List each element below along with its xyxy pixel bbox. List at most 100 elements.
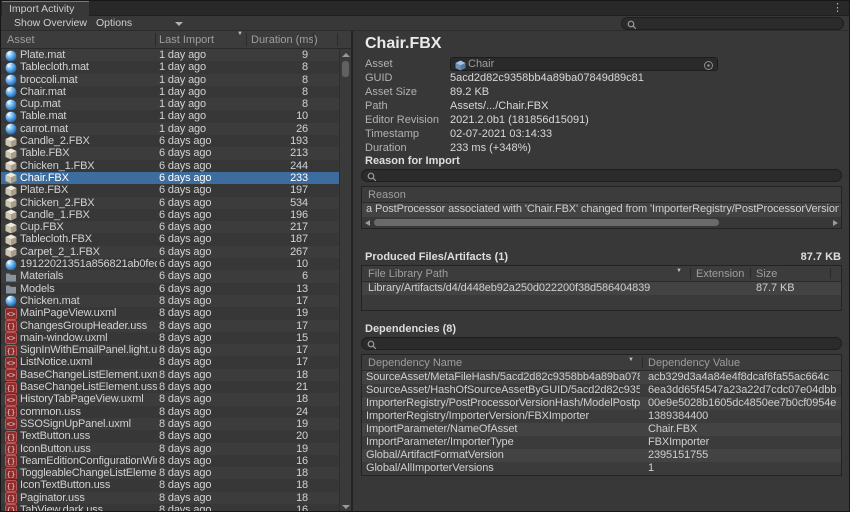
column-divider[interactable] bbox=[155, 33, 156, 46]
column-divider[interactable] bbox=[642, 357, 643, 368]
asset-row[interactable]: {}ChangesGroupHeader.uss8 days ago17 bbox=[1, 320, 339, 332]
asset-row[interactable]: Chicken_1.FBX6 days ago244 bbox=[1, 160, 339, 172]
info-label: Editor Revision bbox=[365, 113, 447, 127]
material-icon bbox=[5, 62, 17, 74]
material-icon bbox=[5, 50, 17, 62]
scrollbar-thumb[interactable] bbox=[374, 219, 719, 226]
asset-row[interactable]: Models6 days ago13 bbox=[1, 283, 339, 295]
asset-row[interactable]: carrot.mat1 day ago26 bbox=[1, 123, 339, 135]
asset-row[interactable]: 19122021351a856821ab0fec5866 days ago10 bbox=[1, 258, 339, 270]
dependency-row[interactable]: SourceAsset/HashOfSourceAssetByGUID/5acd… bbox=[362, 384, 841, 397]
dependency-row[interactable]: SourceAsset/MetaFileHash/5acd2d82c9358bb… bbox=[362, 371, 841, 384]
column-header-dependency-value[interactable]: Dependency Value bbox=[648, 355, 740, 371]
dependency-row[interactable]: Global/AllImporterVersions1 bbox=[362, 462, 841, 475]
model-icon bbox=[5, 148, 17, 160]
reason-search-input[interactable] bbox=[380, 170, 835, 181]
asset-row[interactable]: Cup.mat1 day ago8 bbox=[1, 98, 339, 110]
asset-row[interactable]: <>ListNotice.uxml8 days ago17 bbox=[1, 356, 339, 368]
asset-last-import: 8 days ago bbox=[159, 455, 245, 467]
asset-last-import: 1 day ago bbox=[159, 49, 245, 61]
column-divider[interactable] bbox=[246, 33, 247, 46]
dependency-row[interactable]: ImporterRegistry/ImporterVersion/FBXImpo… bbox=[362, 410, 841, 423]
show-overview-button[interactable]: Show Overview bbox=[14, 16, 87, 31]
asset-row[interactable]: {}IconTextButton.uss8 days ago18 bbox=[1, 479, 339, 491]
column-header-asset[interactable]: Asset bbox=[7, 31, 35, 49]
column-header-extension[interactable]: Extension bbox=[696, 266, 744, 282]
asset-row[interactable]: <>HistoryTabPageView.uxml8 days ago18 bbox=[1, 393, 339, 405]
vertical-scrollbar[interactable] bbox=[339, 49, 351, 511]
dependencies-table-body: SourceAsset/MetaFileHash/5acd2d82c9358bb… bbox=[362, 371, 841, 475]
tab-import-activity[interactable]: Import Activity bbox=[2, 1, 89, 16]
column-header-duration[interactable]: Duration (ms) bbox=[251, 31, 318, 49]
asset-row[interactable]: {}TextButton.uss8 days ago20 bbox=[1, 430, 339, 442]
column-divider[interactable] bbox=[337, 33, 338, 46]
asset-row[interactable]: Tablecloth.FBX6 days ago187 bbox=[1, 233, 339, 245]
svg-text:<>: <> bbox=[7, 311, 15, 319]
asset-row[interactable]: Chicken_2.FBX6 days ago534 bbox=[1, 197, 339, 209]
asset-row[interactable]: {}BaseChangeListElement.uss8 days ago21 bbox=[1, 381, 339, 393]
asset-row[interactable]: {}SignInWithEmailPanel.light.uss8 days a… bbox=[1, 344, 339, 356]
horizontal-scrollbar[interactable] bbox=[362, 217, 841, 228]
asset-row[interactable]: Carpet_2_1.FBX6 days ago267 bbox=[1, 246, 339, 258]
asset-row[interactable]: Table.mat1 day ago10 bbox=[1, 110, 339, 122]
asset-last-import: 6 days ago bbox=[159, 209, 245, 221]
column-header-dependency-name[interactable]: Dependency Name bbox=[368, 355, 462, 371]
options-dropdown[interactable]: Options bbox=[96, 16, 132, 31]
asset-row[interactable]: Chair.mat1 day ago8 bbox=[1, 86, 339, 98]
asset-row[interactable]: Plate.mat1 day ago9 bbox=[1, 49, 339, 61]
chevron-down-icon[interactable] bbox=[175, 22, 183, 26]
asset-last-import: 8 days ago bbox=[159, 320, 245, 332]
scroll-left-icon[interactable] bbox=[365, 220, 370, 226]
reason-row[interactable]: a PostProcessor associated with 'Chair.F… bbox=[362, 203, 841, 217]
asset-row[interactable]: broccoli.mat1 day ago8 bbox=[1, 74, 339, 86]
asset-object-field[interactable]: Chair bbox=[450, 57, 718, 71]
scroll-down-icon[interactable] bbox=[342, 505, 350, 509]
toolbar-search-field[interactable] bbox=[621, 17, 844, 30]
dependencies-search-field[interactable] bbox=[361, 337, 842, 350]
asset-row[interactable]: Table.FBX6 days ago213 bbox=[1, 147, 339, 159]
scroll-right-icon[interactable] bbox=[833, 220, 838, 226]
asset-row[interactable]: Candle_1.FBX6 days ago196 bbox=[1, 209, 339, 221]
asset-row[interactable]: Candle_2.FBX6 days ago193 bbox=[1, 135, 339, 147]
asset-row[interactable]: {}Paginator.uss8 days ago18 bbox=[1, 492, 339, 504]
column-divider[interactable] bbox=[690, 268, 691, 279]
asset-row[interactable]: Plate.FBX6 days ago197 bbox=[1, 184, 339, 196]
asset-row[interactable]: <>SSOSignUpPanel.uxml8 days ago19 bbox=[1, 418, 339, 430]
column-divider[interactable] bbox=[830, 268, 831, 279]
kebab-menu-icon[interactable]: ⋮ bbox=[832, 1, 843, 16]
asset-row[interactable]: <>MainPageView.uxml8 days ago19 bbox=[1, 307, 339, 319]
reason-search-field[interactable] bbox=[361, 169, 842, 182]
asset-row[interactable]: <>BaseChangeListElement.uxml8 days ago18 bbox=[1, 369, 339, 381]
asset-name: Table.mat bbox=[20, 110, 157, 122]
dependency-row[interactable]: ImporterRegistry/PostProcessorVersionHas… bbox=[362, 397, 841, 410]
asset-row[interactable]: {}TabView.dark.uss8 days ago16 bbox=[1, 504, 339, 511]
asset-row[interactable]: {}TeamEditionConfigurationWindow.uss8 da… bbox=[1, 455, 339, 467]
produced-table: File Library Path ▼ Extension Size Libra… bbox=[361, 265, 842, 311]
asset-row[interactable]: Tablecloth.mat1 day ago8 bbox=[1, 61, 339, 73]
scroll-up-icon[interactable] bbox=[342, 53, 350, 57]
column-divider[interactable] bbox=[750, 268, 751, 279]
asset-row[interactable]: {}ToggleableChangeListElement.uss8 days … bbox=[1, 467, 339, 479]
column-header-last-import[interactable]: Last Import bbox=[159, 31, 214, 49]
produced-row[interactable]: Library/Artifacts/d4/d448eb92a250d022200… bbox=[362, 282, 841, 295]
model-icon bbox=[5, 185, 17, 197]
column-divider[interactable] bbox=[313, 33, 314, 46]
column-header-file-library-path[interactable]: File Library Path bbox=[368, 266, 448, 282]
uxml-icon: <> bbox=[5, 394, 17, 406]
asset-row[interactable]: {}IconButton.uss8 days ago19 bbox=[1, 443, 339, 455]
asset-row[interactable]: Cup.FBX6 days ago217 bbox=[1, 221, 339, 233]
column-header-reason[interactable]: Reason bbox=[368, 187, 406, 203]
dependencies-search-input[interactable] bbox=[380, 338, 835, 349]
scrollbar-thumb[interactable] bbox=[342, 61, 349, 77]
asset-row[interactable]: Materials6 days ago6 bbox=[1, 270, 339, 282]
object-picker-icon[interactable] bbox=[703, 60, 714, 71]
dependency-row[interactable]: ImportParameter/ImporterTypeFBXImporter bbox=[362, 436, 841, 449]
asset-row[interactable]: Chicken.mat8 days ago17 bbox=[1, 295, 339, 307]
dependency-row[interactable]: Global/ArtifactFormatVersion2395151755 bbox=[362, 449, 841, 462]
asset-row[interactable]: <>main-window.uxml8 days ago15 bbox=[1, 332, 339, 344]
column-header-size[interactable]: Size bbox=[756, 266, 777, 282]
asset-row[interactable]: Chair.FBX6 days ago233 bbox=[1, 172, 339, 184]
dependency-row[interactable]: ImportParameter/NameOfAssetChair.FBX bbox=[362, 423, 841, 436]
asset-row[interactable]: {}common.uss8 days ago24 bbox=[1, 406, 339, 418]
toolbar-search-input[interactable] bbox=[640, 18, 837, 29]
